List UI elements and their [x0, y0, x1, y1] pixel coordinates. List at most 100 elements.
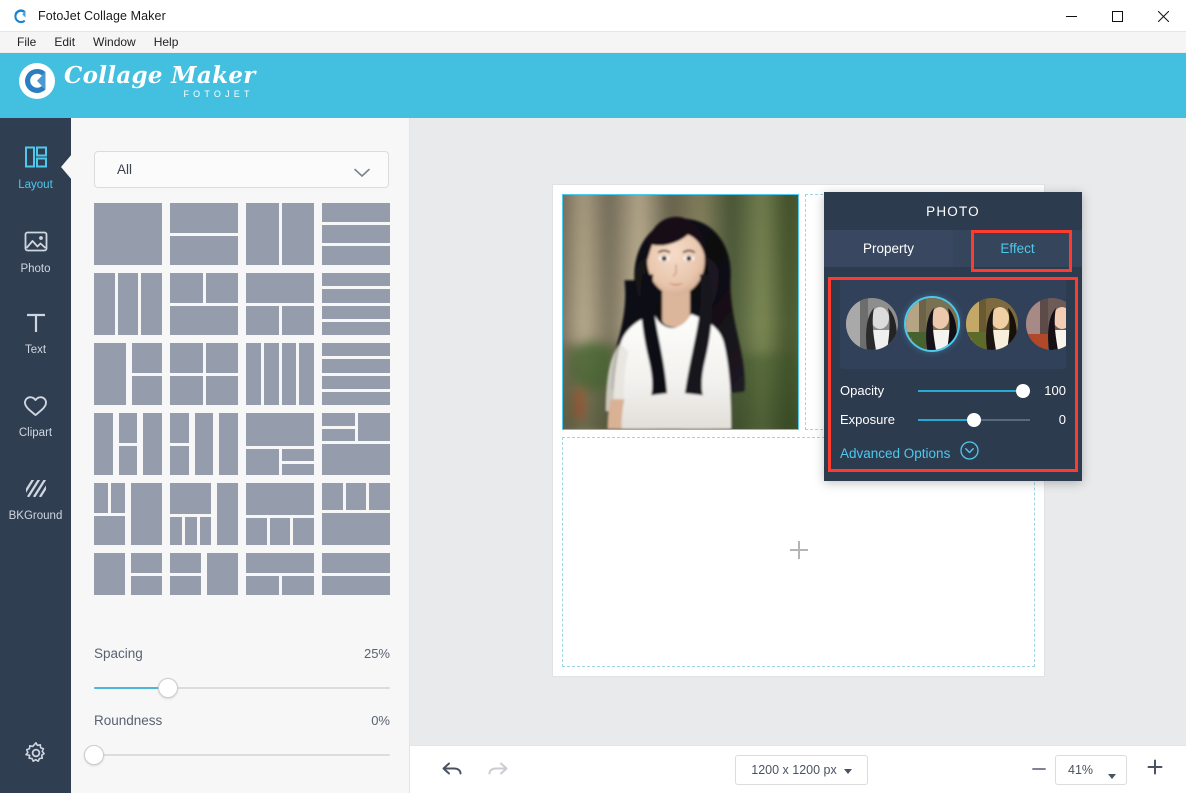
- window-title: FotoJet Collage Maker: [38, 9, 166, 23]
- close-button[interactable]: [1140, 0, 1186, 32]
- plus-icon: [788, 539, 810, 566]
- tab-effect-label: Effect: [1000, 241, 1034, 256]
- undo-arrow-icon[interactable]: [440, 759, 462, 784]
- menu-window[interactable]: Window: [84, 32, 145, 53]
- exposure-label: Exposure: [840, 412, 918, 427]
- layout-filter-value: All: [117, 162, 132, 177]
- exposure-slider-track[interactable]: [918, 419, 1030, 421]
- layout-template[interactable]: [322, 553, 390, 595]
- roundness-slider-track[interactable]: [94, 754, 390, 756]
- minimize-button[interactable]: [1048, 0, 1094, 32]
- effect-thumb-image: [906, 298, 958, 350]
- sidebar-item-bkground[interactable]: BKGround: [0, 468, 71, 531]
- sidebar-item-text-label: Text: [25, 344, 46, 356]
- layout-template[interactable]: [322, 203, 390, 265]
- title-bar: FotoJet Collage Maker: [0, 0, 1186, 32]
- canvas-size-value: 1200 x 1200 px: [751, 763, 837, 777]
- text-t-icon: [24, 312, 48, 339]
- layout-template[interactable]: [246, 553, 314, 595]
- chevron-down-circle-icon: [960, 441, 979, 465]
- zoom-out-button[interactable]: [1032, 762, 1046, 781]
- sidebar-item-layout[interactable]: Layout: [0, 136, 71, 199]
- layout-template[interactable]: [322, 343, 390, 405]
- tab-effect[interactable]: Effect: [953, 230, 1082, 267]
- layout-template[interactable]: [246, 413, 314, 475]
- effect-grayscale[interactable]: [846, 298, 898, 350]
- redo-arrow-icon[interactable]: [488, 759, 510, 784]
- zoom-in-button[interactable]: [1147, 759, 1163, 780]
- layout-template[interactable]: [170, 553, 238, 595]
- menu-file[interactable]: File: [8, 32, 45, 53]
- app-header: Collage Maker FOTOJET: [0, 53, 1186, 118]
- layout-template[interactable]: [170, 273, 238, 335]
- chevron-down-icon: [354, 165, 370, 183]
- layout-template[interactable]: [94, 203, 162, 265]
- menu-help[interactable]: Help: [145, 32, 188, 53]
- sidebar-item-photo[interactable]: Photo: [0, 221, 71, 284]
- photo-panel-tabs: Property Effect: [824, 230, 1082, 267]
- brand-subtitle: FOTOJET: [64, 89, 256, 99]
- spacing-slider-track[interactable]: [94, 687, 390, 689]
- canvas-size-select[interactable]: 1200 x 1200 px: [735, 755, 868, 785]
- maximize-button[interactable]: [1094, 0, 1140, 32]
- brand-name: Collage Maker: [64, 64, 256, 88]
- layout-template[interactable]: [170, 343, 238, 405]
- layout-panel: All: [71, 118, 410, 793]
- spacing-slider-knob[interactable]: [158, 678, 178, 698]
- caret-down-icon: [1108, 768, 1116, 782]
- photo-properties-panel: PHOTO Property Effect: [824, 192, 1082, 481]
- sidebar-item-clipart-label: Clipart: [19, 427, 52, 439]
- caret-down-icon: [844, 763, 852, 777]
- effect-original[interactable]: [906, 298, 958, 350]
- tab-property-label: Property: [863, 241, 914, 256]
- roundness-header: Roundness 0%: [94, 713, 390, 728]
- layout-template[interactable]: [322, 483, 390, 545]
- layout-template[interactable]: [246, 343, 314, 405]
- layout-template[interactable]: [322, 273, 390, 335]
- layout-template[interactable]: [246, 273, 314, 335]
- spacing-value: 25%: [364, 646, 390, 661]
- photo-cell-selected[interactable]: [562, 194, 799, 430]
- spacing-header: Spacing 25%: [94, 646, 390, 661]
- fotojet-collage-maker-window: FotoJet Collage Maker File Edit Window H…: [0, 0, 1186, 793]
- spacing-slider-block: Spacing 25%: [94, 646, 390, 689]
- advanced-options-label: Advanced Options: [840, 446, 950, 461]
- layout-row: [94, 203, 390, 265]
- spacing-label: Spacing: [94, 646, 143, 661]
- roundness-slider-knob[interactable]: [84, 745, 104, 765]
- layout-template[interactable]: [170, 483, 238, 545]
- layout-template[interactable]: [246, 203, 314, 265]
- layout-template[interactable]: [322, 413, 390, 475]
- tab-property[interactable]: Property: [824, 230, 953, 267]
- menu-edit[interactable]: Edit: [45, 32, 84, 53]
- layout-template[interactable]: [170, 413, 238, 475]
- advanced-options-toggle[interactable]: Advanced Options: [840, 441, 1066, 465]
- layout-template[interactable]: [94, 483, 162, 545]
- layout-row: [94, 553, 390, 595]
- bottom-toolbar: 1200 x 1200 px 41%: [410, 745, 1186, 793]
- opacity-slider-knob[interactable]: [1016, 384, 1030, 398]
- layout-template[interactable]: [94, 273, 162, 335]
- opacity-slider-track[interactable]: [918, 390, 1030, 392]
- zoom-level-select[interactable]: 41%: [1055, 755, 1127, 785]
- effect-vivid[interactable]: [1026, 298, 1066, 350]
- layout-template[interactable]: [94, 553, 162, 595]
- sidebar-item-text[interactable]: Text: [0, 302, 71, 365]
- effect-thumbnail-strip[interactable]: [840, 279, 1066, 369]
- sidebar-item-clipart[interactable]: Clipart: [0, 385, 71, 448]
- exposure-slider-knob[interactable]: [967, 413, 981, 427]
- layout-template[interactable]: [170, 203, 238, 265]
- layout-row: [94, 343, 390, 405]
- layout-filter-dropdown[interactable]: All: [94, 151, 389, 188]
- layout-template[interactable]: [94, 343, 162, 405]
- left-sidebar-rail: Layout Photo Text: [0, 118, 71, 793]
- layout-template[interactable]: [246, 483, 314, 545]
- layout-template[interactable]: [94, 413, 162, 475]
- roundness-slider-block: Roundness 0%: [94, 713, 390, 756]
- layout-row: [94, 413, 390, 475]
- sidebar-item-settings[interactable]: [0, 735, 71, 775]
- zoom-level-value: 41%: [1068, 763, 1093, 777]
- effect-warm-sepia[interactable]: [966, 298, 1018, 350]
- photo-panel-body: Opacity 100 Exposure 0 Advanced Options: [824, 267, 1082, 465]
- heart-icon: [23, 395, 48, 422]
